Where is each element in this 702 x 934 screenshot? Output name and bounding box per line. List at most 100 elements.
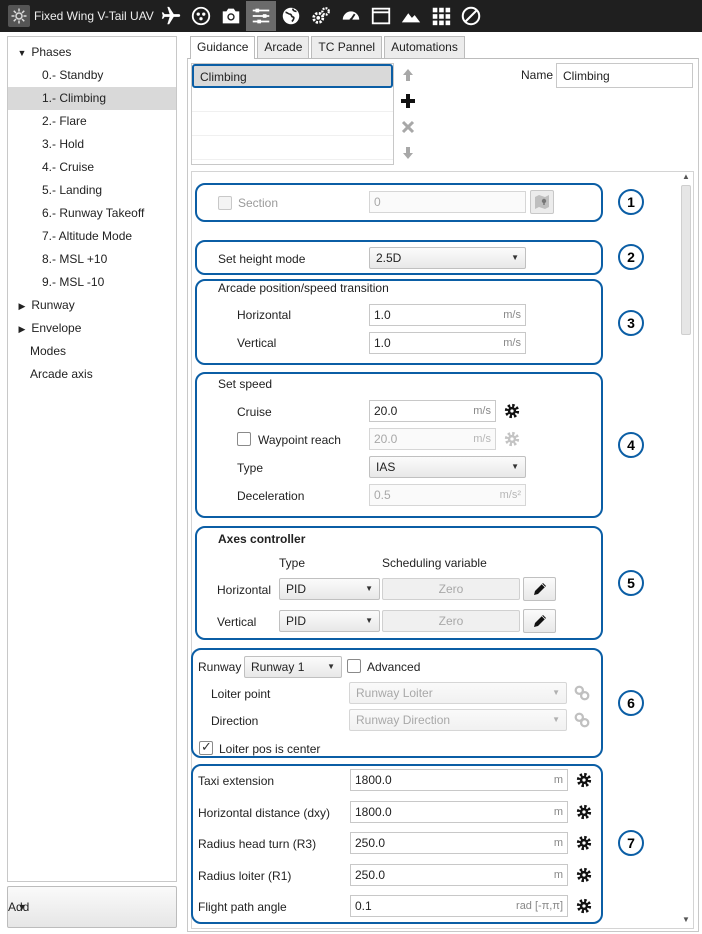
loiter-center-label: Loiter pos is center xyxy=(219,742,321,756)
tab-arcade[interactable]: Arcade xyxy=(257,36,310,58)
tree-item-phase[interactable]: 9.- MSL -10 xyxy=(8,271,176,294)
scroll-down-icon[interactable]: ▼ xyxy=(680,915,692,927)
camera-icon[interactable] xyxy=(216,1,246,31)
height-mode-select[interactable]: 2.5D ▼ xyxy=(369,247,526,269)
tree-item-phase[interactable]: 7.- Altitude Mode xyxy=(8,225,176,248)
tree-item-runway[interactable]: ▶ Runway xyxy=(8,294,176,317)
taxi-settings-button[interactable] xyxy=(574,770,594,790)
direction-select[interactable]: Runway Direction ▼ xyxy=(349,709,567,731)
horizontal-controller-select[interactable]: PID ▼ xyxy=(279,578,380,600)
collapsed-arrow-icon[interactable]: ▶ xyxy=(16,318,28,341)
cruise-settings-button[interactable] xyxy=(502,401,522,421)
r3-settings-button[interactable] xyxy=(574,833,594,853)
r3-input[interactable]: 250.0 m xyxy=(350,832,568,854)
speed-type-select[interactable]: IAS ▼ xyxy=(369,456,526,478)
cruise-speed-input[interactable]: 20.0 m/s xyxy=(369,400,496,422)
callout-badge-7: 7 xyxy=(618,830,644,856)
vertical-controller-select[interactable]: PID ▼ xyxy=(279,610,380,632)
waypoint-settings-button[interactable] xyxy=(502,429,522,449)
tree-item-phase[interactable]: 3.- Hold xyxy=(8,133,176,156)
r1-settings-button[interactable] xyxy=(574,865,594,885)
dropdown-arrow-icon: ▼ xyxy=(552,688,560,697)
tree-item-phases[interactable]: ▼ Phases xyxy=(8,41,176,64)
tree-item-envelope[interactable]: ▶ Envelope xyxy=(8,317,176,340)
move-up-button[interactable] xyxy=(397,63,419,87)
section-input[interactable]: 0 xyxy=(369,191,526,213)
waypoint-reach-input[interactable]: 20.0 m/s xyxy=(369,428,496,450)
tree-item-phase[interactable]: 0.- Standby xyxy=(8,64,176,87)
gauge-icon[interactable] xyxy=(336,1,366,31)
prohibited-icon[interactable] xyxy=(456,1,486,31)
window-icon[interactable] xyxy=(366,1,396,31)
plane-icon[interactable] xyxy=(156,1,186,31)
move-down-button[interactable] xyxy=(397,141,419,165)
name-input[interactable] xyxy=(556,63,693,88)
map-button[interactable] xyxy=(530,190,554,214)
add-button[interactable]: Add ▼ xyxy=(7,886,177,928)
add-button-label: Add xyxy=(8,900,30,914)
arcade-horizontal-input[interactable]: 1.0 m/s xyxy=(369,304,526,326)
direction-link-button[interactable] xyxy=(572,710,592,730)
advanced-checkbox[interactable] xyxy=(347,659,361,673)
height-mode-label: Set height mode xyxy=(218,252,306,266)
tree-item-phase[interactable]: 5.- Landing xyxy=(8,179,176,202)
scroll-up-icon[interactable]: ▲ xyxy=(680,172,692,184)
phase-list-empty-row xyxy=(192,88,393,112)
horizontal-edit-button[interactable] xyxy=(523,577,556,601)
globe-icon[interactable] xyxy=(276,1,306,31)
phase-list-item-selected[interactable]: Climbing xyxy=(192,64,393,88)
loiter-point-select[interactable]: Runway Loiter ▼ xyxy=(349,682,567,704)
speed-type-label: Type xyxy=(237,461,264,475)
tree-item-modes[interactable]: Modes xyxy=(8,340,176,363)
arcade-vertical-input[interactable]: 1.0 m/s xyxy=(369,332,526,354)
expanded-arrow-icon[interactable]: ▼ xyxy=(16,42,28,65)
callout-badge-6: 6 xyxy=(618,690,644,716)
tab-automations[interactable]: Automations xyxy=(384,36,465,58)
dxy-settings-button[interactable] xyxy=(574,802,594,822)
link-icon xyxy=(574,685,590,701)
pencil-icon xyxy=(533,583,546,595)
mountain-icon[interactable] xyxy=(396,1,426,31)
grid-icon[interactable] xyxy=(426,1,456,31)
tree-item-phase[interactable]: 8.- MSL +10 xyxy=(8,248,176,271)
tree-item-phase[interactable]: 1.- Climbing xyxy=(8,87,176,110)
tree-item-phase[interactable]: 6.- Runway Takeoff xyxy=(8,202,176,225)
vertical-scrollbar[interactable]: ▲ ▼ xyxy=(679,171,693,929)
horizontal-scheduling-variable[interactable]: Zero xyxy=(382,578,520,600)
remove-item-button[interactable] xyxy=(397,115,419,139)
tab-guidance[interactable]: Guidance xyxy=(190,36,256,59)
gear-icon xyxy=(576,867,592,883)
gears-icon[interactable] xyxy=(306,1,336,31)
loiter-link-button[interactable] xyxy=(572,683,592,703)
dropdown-arrow-icon: ▼ xyxy=(365,584,373,593)
add-item-button[interactable] xyxy=(397,89,419,113)
phase-list-buttons xyxy=(397,63,421,167)
collapsed-arrow-icon[interactable]: ▶ xyxy=(16,295,28,318)
runway-select[interactable]: Runway 1 ▼ xyxy=(244,656,342,678)
waypoint-reach-checkbox[interactable] xyxy=(237,432,251,446)
tree-item-phase[interactable]: 4.- Cruise xyxy=(8,156,176,179)
tree-item-arcade-axis[interactable]: Arcade axis xyxy=(8,363,176,386)
fpa-input[interactable]: 0.1 rad [-π,π] xyxy=(350,895,568,917)
callout-badge-3: 3 xyxy=(618,310,644,336)
r1-input[interactable]: 250.0 m xyxy=(350,864,568,886)
fpa-settings-button[interactable] xyxy=(574,896,594,916)
vertical-scheduling-variable[interactable]: Zero xyxy=(382,610,520,632)
sliders-icon[interactable] xyxy=(246,1,276,31)
section-checkbox[interactable] xyxy=(218,196,232,210)
dxy-input[interactable]: 1800.0 m xyxy=(350,801,568,823)
taxi-extension-input[interactable]: 1800.0 m xyxy=(350,769,568,791)
axes-vertical-label: Vertical xyxy=(217,615,257,629)
scrollbar-thumb[interactable] xyxy=(681,185,691,335)
tree-item-phase[interactable]: 2.- Flare xyxy=(8,110,176,133)
gear-icon xyxy=(576,804,592,820)
loiter-center-checkbox[interactable] xyxy=(199,739,213,755)
tab-tc-pannel[interactable]: TC Pannel xyxy=(311,36,383,58)
phase-list[interactable]: Climbing xyxy=(191,63,394,165)
gear-icon xyxy=(576,772,592,788)
vertical-edit-button[interactable] xyxy=(523,609,556,633)
deceleration-input[interactable]: 0.5 m/s² xyxy=(369,484,526,506)
axes-controller-title: Axes controller xyxy=(218,532,306,546)
dots-icon[interactable] xyxy=(186,1,216,31)
advanced-label: Advanced xyxy=(367,660,421,674)
